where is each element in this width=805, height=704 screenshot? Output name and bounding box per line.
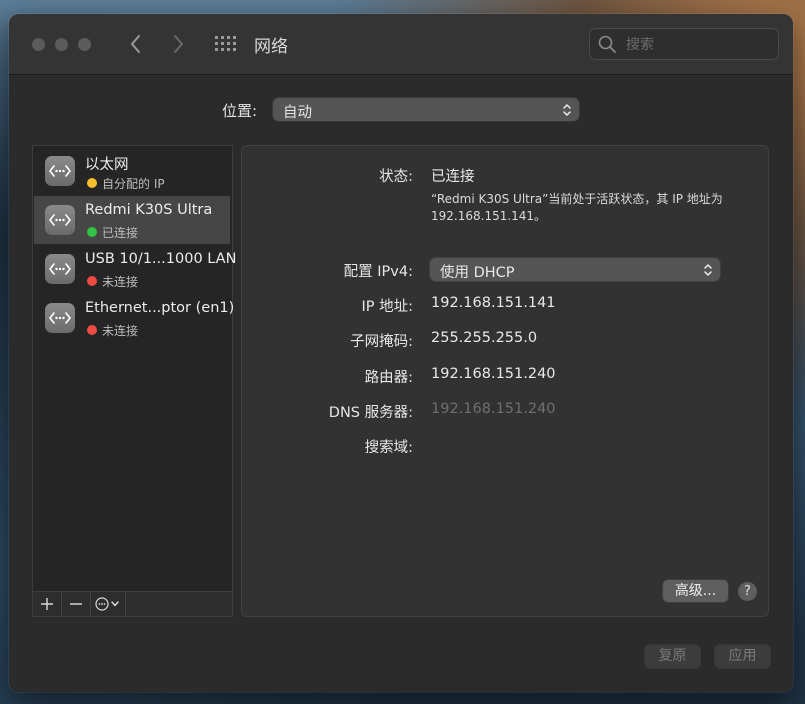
help-button[interactable]: ? <box>738 582 757 601</box>
service-list-toolbar <box>33 591 232 616</box>
location-select-value: 自动 <box>283 105 312 121</box>
updown-chevron-icon <box>563 104 571 116</box>
search-domain-label: 搜索域: <box>364 440 413 456</box>
search-field[interactable] <box>589 28 779 60</box>
location-select[interactable]: 自动 <box>273 98 579 121</box>
minus-icon <box>70 603 82 605</box>
title-bar: 网络 <box>9 14 793 75</box>
subnet-mask-label: 子网掩码: <box>350 334 413 350</box>
subnet-mask-value: 255.255.255.0 <box>431 330 538 346</box>
dns-server-label: DNS 服务器: <box>328 405 413 421</box>
status-dot-icon <box>87 276 97 286</box>
service-name: USB 10/1...1000 LAN <box>85 251 237 267</box>
status-description: “Redmi K30S Ultra”当前处于活跃状态，其 IP 地址为 192.… <box>431 192 723 223</box>
service-status: 自分配的 IP <box>102 177 165 191</box>
ethernet-icon <box>45 254 75 284</box>
service-action-menu-button[interactable] <box>91 592 126 616</box>
grid-icon <box>215 36 236 51</box>
chevron-left-icon <box>131 35 140 53</box>
configure-ipv4-label: 配置 IPv4: <box>343 264 413 280</box>
ethernet-icon <box>45 205 75 235</box>
service-item[interactable]: Redmi K30S Ultra 已连接 <box>34 196 230 244</box>
zoom-button[interactable] <box>78 38 91 51</box>
advanced-button[interactable]: 高级... <box>663 580 728 602</box>
location-label: 位置: <box>222 102 258 120</box>
status-value: 已连接 <box>431 169 475 185</box>
router-value: 192.168.151.240 <box>431 366 556 382</box>
service-status: 未连接 <box>102 275 139 289</box>
configure-ipv4-value: 使用 DHCP <box>440 265 515 281</box>
chevron-right-icon <box>174 35 183 53</box>
minimize-button[interactable] <box>55 38 68 51</box>
updown-chevron-icon <box>704 264 712 276</box>
close-button[interactable] <box>32 38 45 51</box>
service-name: 以太网 <box>85 157 129 173</box>
service-item[interactable]: 以太网自分配的 IP <box>34 147 230 195</box>
add-service-button[interactable] <box>33 592 62 616</box>
status-label: 状态: <box>379 169 413 185</box>
forward-button[interactable] <box>167 31 189 57</box>
ethernet-icon <box>45 303 75 333</box>
status-dot-icon <box>87 325 97 335</box>
search-icon <box>598 35 616 53</box>
service-detail-panel: 状态: 已连接 “Redmi K30S Ultra”当前处于活跃状态，其 IP … <box>241 145 769 617</box>
network-preferences-window: 网络 位置: 自动 以太网自分配的 IP Redmi K30S Ultra 已连接 U… <box>9 14 793 692</box>
back-button[interactable] <box>125 31 147 57</box>
service-list: 以太网自分配的 IP Redmi K30S Ultra 已连接 USB 10/1...… <box>32 145 236 617</box>
router-label: 路由器: <box>364 370 413 386</box>
window-title: 网络 <box>254 37 288 57</box>
dns-server-value: 192.168.151.240 <box>431 401 556 417</box>
ellipsis-circle-icon <box>95 597 119 611</box>
show-all-button[interactable] <box>215 36 237 52</box>
ip-address-label: IP 地址: <box>361 299 413 315</box>
service-item[interactable]: USB 10/1...1000 LAN 未连接 <box>34 245 236 293</box>
service-name: Ethernet...ptor (en1) <box>85 300 235 316</box>
revert-button[interactable]: 复原 <box>645 645 700 668</box>
status-dot-icon <box>87 178 97 188</box>
configure-ipv4-select[interactable]: 使用 DHCP <box>430 258 720 281</box>
search-input[interactable] <box>624 33 768 57</box>
service-status: 已连接 <box>102 226 139 240</box>
ip-address-value: 192.168.151.141 <box>431 295 556 311</box>
status-dot-icon <box>87 227 97 237</box>
plus-icon <box>41 598 53 610</box>
service-status: 未连接 <box>102 324 139 338</box>
ethernet-icon <box>45 156 75 186</box>
apply-button[interactable]: 应用 <box>715 645 770 668</box>
service-item[interactable]: Ethernet...ptor (en1) 未连接 <box>34 294 234 342</box>
service-name: Redmi K30S Ultra <box>85 202 213 218</box>
remove-service-button[interactable] <box>62 592 91 616</box>
